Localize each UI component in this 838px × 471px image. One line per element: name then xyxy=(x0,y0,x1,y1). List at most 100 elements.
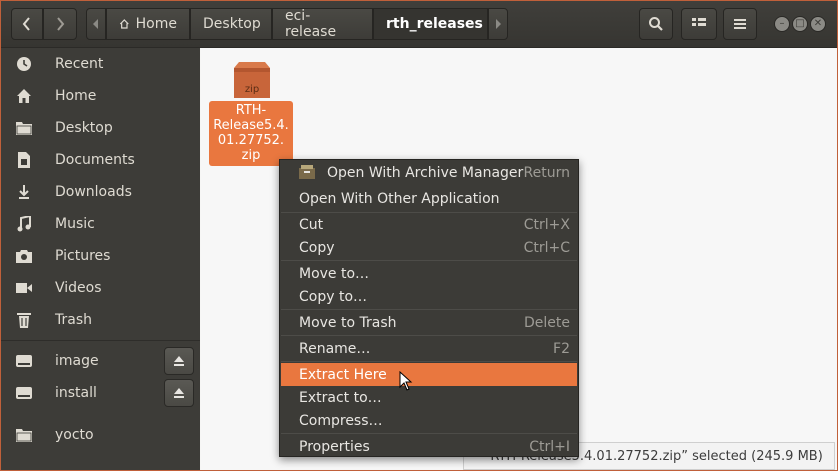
sidebar-item-music[interactable]: Music xyxy=(1,208,200,240)
sidebar-item-documents[interactable]: Documents xyxy=(1,144,200,176)
menu-item-label: Rename… xyxy=(299,340,371,357)
menu-item-move-to[interactable]: Move to… xyxy=(281,262,577,285)
eject-icon xyxy=(174,356,184,366)
trash-icon xyxy=(15,311,33,329)
minimize-button[interactable]: – xyxy=(774,16,790,32)
archive-manager-icon xyxy=(299,165,315,179)
sidebar-item-label: install xyxy=(55,385,97,401)
maximize-button[interactable]: □ xyxy=(792,16,808,32)
context-menu: Open With Archive Manager Return Open Wi… xyxy=(279,159,579,457)
sidebar-item-trash[interactable]: Trash xyxy=(1,304,200,336)
sidebar: Recent Home Desktop Documents Downloads … xyxy=(1,48,200,470)
sidebar-item-label: yocto xyxy=(55,427,94,443)
menu-item-accel: Ctrl+I xyxy=(529,438,570,455)
menu-item-extract-here[interactable]: Extract Here xyxy=(281,363,577,386)
close-icon: ✕ xyxy=(813,18,823,29)
list-view-icon xyxy=(692,18,706,26)
breadcrumb-label: Desktop xyxy=(203,16,261,32)
breadcrumb-rth-releases[interactable]: rth_releases xyxy=(373,8,488,40)
menu-item-open-other-app[interactable]: Open With Other Application xyxy=(281,187,577,210)
breadcrumb-label: Home xyxy=(135,16,177,32)
chevron-right-icon xyxy=(57,17,65,31)
file-name-line: 01.27752. xyxy=(217,133,285,148)
sidebar-item-label: Desktop xyxy=(55,120,113,136)
menu-item-label: Properties xyxy=(299,438,370,455)
file-name-line: Release5.4. xyxy=(213,118,289,133)
sidebar-item-label: image xyxy=(55,353,99,369)
menu-item-compress[interactable]: Compress… xyxy=(281,409,577,432)
breadcrumb-scroll-right-button[interactable] xyxy=(488,8,508,40)
archive-icon-label: zip xyxy=(245,84,259,95)
eject-icon xyxy=(174,388,184,398)
menu-item-accel: Delete xyxy=(524,314,570,331)
sidebar-item-label: Documents xyxy=(55,152,135,168)
menu-item-rename[interactable]: Rename… F2 xyxy=(281,337,577,360)
sidebar-item-home[interactable]: Home xyxy=(1,80,200,112)
breadcrumb-scroll-left-button[interactable] xyxy=(86,8,106,40)
sidebar-item-recent[interactable]: Recent xyxy=(1,48,200,80)
menu-separator xyxy=(281,335,577,336)
menu-item-accel: F2 xyxy=(553,340,570,357)
file-name-label[interactable]: RTH- Release5.4. 01.27752. zip xyxy=(209,101,293,166)
menu-item-label: Open With Other Application xyxy=(299,190,500,207)
home-icon xyxy=(119,19,129,29)
menu-item-label: Extract to… xyxy=(299,389,382,406)
close-button[interactable]: ✕ xyxy=(810,16,826,32)
menu-item-copy-to[interactable]: Copy to… xyxy=(281,285,577,308)
hamburger-menu-icon xyxy=(734,19,746,29)
chevron-left-icon xyxy=(22,17,30,31)
menu-item-label: Copy to… xyxy=(299,288,368,305)
breadcrumb-desktop[interactable]: Desktop xyxy=(190,8,272,40)
mouse-pointer-icon xyxy=(399,370,413,395)
menu-button[interactable] xyxy=(723,8,757,40)
camera-icon xyxy=(15,247,33,265)
sidebar-item-label: Recent xyxy=(55,56,104,72)
sidebar-item-image[interactable]: image xyxy=(1,345,200,377)
breadcrumb-label: eci-release xyxy=(285,8,337,40)
menu-item-cut[interactable]: Cut Ctrl+X xyxy=(281,213,577,236)
minimize-icon: – xyxy=(779,18,785,29)
sidebar-item-yocto[interactable]: yocto xyxy=(1,419,200,451)
breadcrumb-home[interactable]: Home xyxy=(106,8,190,40)
back-button[interactable] xyxy=(11,8,43,40)
menu-item-extract-to[interactable]: Extract to… xyxy=(281,386,577,409)
music-icon xyxy=(15,215,33,233)
folder-icon xyxy=(15,119,33,137)
file-manager-window: Home Desktop eci-release rth_releases – … xyxy=(0,0,838,471)
eject-button[interactable] xyxy=(164,347,194,375)
menu-item-label: Extract Here xyxy=(299,366,387,383)
sidebar-item-install[interactable]: install xyxy=(1,377,200,409)
menu-item-label: Open With Archive Manager xyxy=(327,164,524,181)
folder-icon xyxy=(15,426,33,444)
menu-separator xyxy=(281,433,577,434)
menu-item-open-archive-manager[interactable]: Open With Archive Manager Return xyxy=(281,161,577,184)
menu-separator xyxy=(281,309,577,310)
file-name-line: RTH- xyxy=(235,103,267,118)
video-icon xyxy=(15,279,33,297)
menu-item-label: Copy xyxy=(299,239,335,256)
menu-item-accel: Ctrl+X xyxy=(523,216,570,233)
arrow-left-icon xyxy=(93,19,98,29)
download-icon xyxy=(15,183,33,201)
archive-icon: zip xyxy=(231,60,273,100)
menu-item-move-to-trash[interactable]: Move to Trash Delete xyxy=(281,311,577,334)
breadcrumb-eci-release[interactable]: eci-release xyxy=(272,8,373,40)
sidebar-item-videos[interactable]: Videos xyxy=(1,272,200,304)
sidebar-item-pictures[interactable]: Pictures xyxy=(1,240,200,272)
search-button[interactable] xyxy=(639,8,673,40)
sidebar-item-label: Home xyxy=(55,88,97,104)
forward-button[interactable] xyxy=(43,8,77,40)
menu-item-copy[interactable]: Copy Ctrl+C xyxy=(281,236,577,259)
sidebar-item-downloads[interactable]: Downloads xyxy=(1,176,200,208)
drive-icon xyxy=(15,384,33,402)
search-icon xyxy=(649,17,663,31)
sidebar-item-label: Music xyxy=(55,216,95,232)
sidebar-divider xyxy=(1,340,200,341)
view-toggle-button[interactable] xyxy=(681,8,717,40)
clock-icon xyxy=(15,55,33,73)
menu-item-properties[interactable]: Properties Ctrl+I xyxy=(281,435,577,458)
header-bar: Home Desktop eci-release rth_releases – … xyxy=(1,1,837,48)
sidebar-item-desktop[interactable]: Desktop xyxy=(1,112,200,144)
arrow-right-icon xyxy=(496,19,501,29)
eject-button[interactable] xyxy=(164,379,194,407)
